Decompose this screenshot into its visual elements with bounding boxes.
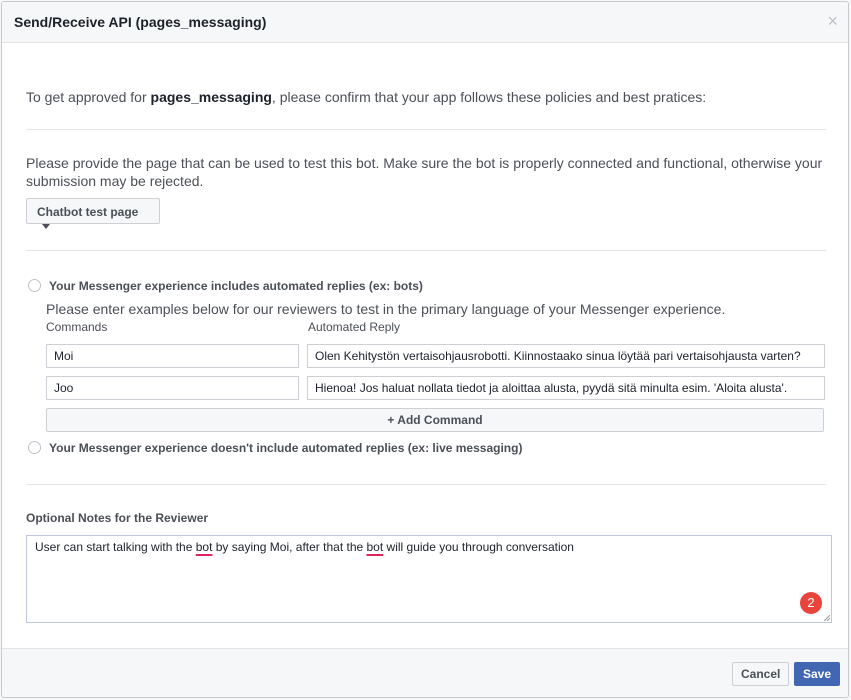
radio-button[interactable] <box>28 441 41 455</box>
automated-replies-option[interactable]: Your Messenger experience includes autom… <box>28 278 423 293</box>
chatbot-test-page-dropdown[interactable]: Chatbot test page <box>26 198 160 230</box>
command-input[interactable]: Moi <box>46 344 299 368</box>
divider <box>26 129 826 130</box>
reply-input[interactable]: Hienoa! Jos haluat nollata tiedot ja alo… <box>307 376 825 400</box>
notes-text: by saying Moi, after that the <box>212 540 367 554</box>
reply-input[interactable]: Olen Kehitystön vertaisohjausrobotti. Ki… <box>307 344 825 368</box>
dialog-body: To get approved for pages_messaging, ple… <box>2 43 848 649</box>
command-input[interactable]: Joo <box>46 376 299 400</box>
commands-column-label: Commands <box>46 320 108 334</box>
cancel-button[interactable]: Cancel <box>732 662 790 686</box>
dialog: Send/Receive API (pages_messaging) × To … <box>1 1 849 698</box>
permission-name: pages_messaging <box>150 89 272 105</box>
intro-suffix: , please confirm that your app follows t… <box>271 89 707 105</box>
notification-badge[interactable]: 2 <box>800 592 822 614</box>
divider <box>26 484 826 485</box>
add-command-button[interactable]: + Add Command <box>46 408 824 432</box>
resize-handle-icon[interactable] <box>824 615 830 621</box>
misspelled-word: bot <box>366 540 384 554</box>
close-icon[interactable]: × <box>827 11 838 31</box>
notes-text: will guide you through conversation <box>383 540 574 554</box>
automated-reply-column-label: Automated Reply <box>308 320 401 334</box>
live-messaging-label: Your Messenger experience doesn't includ… <box>49 440 523 455</box>
intro-text: To get approved for pages_messaging, ple… <box>26 89 706 105</box>
save-button[interactable]: Save <box>794 662 841 686</box>
dropdown-label: Chatbot test page <box>37 205 139 219</box>
intro-prefix: To get approved for <box>26 89 151 105</box>
notes-text: User can start talking with the <box>35 540 196 554</box>
automated-replies-label: Your Messenger experience includes autom… <box>49 278 423 293</box>
reviewer-notes-label: Optional Notes for the Reviewer <box>26 511 209 525</box>
radio-button[interactable] <box>28 279 41 293</box>
divider <box>26 250 826 251</box>
live-messaging-option[interactable]: Your Messenger experience doesn't includ… <box>28 440 522 455</box>
caret-down-icon <box>42 224 50 230</box>
examples-hint: Please enter examples below for our revi… <box>46 301 726 317</box>
dialog-title: Send/Receive API (pages_messaging) <box>14 14 267 30</box>
reviewer-notes-textarea[interactable]: User can start talking with the bot by s… <box>26 535 832 623</box>
test-page-description: Please provide the page that can be used… <box>26 155 823 189</box>
dialog-footer: Cancel Save <box>2 648 848 697</box>
misspelled-word: bot <box>195 540 213 554</box>
dialog-header: Send/Receive API (pages_messaging) × <box>2 2 848 43</box>
